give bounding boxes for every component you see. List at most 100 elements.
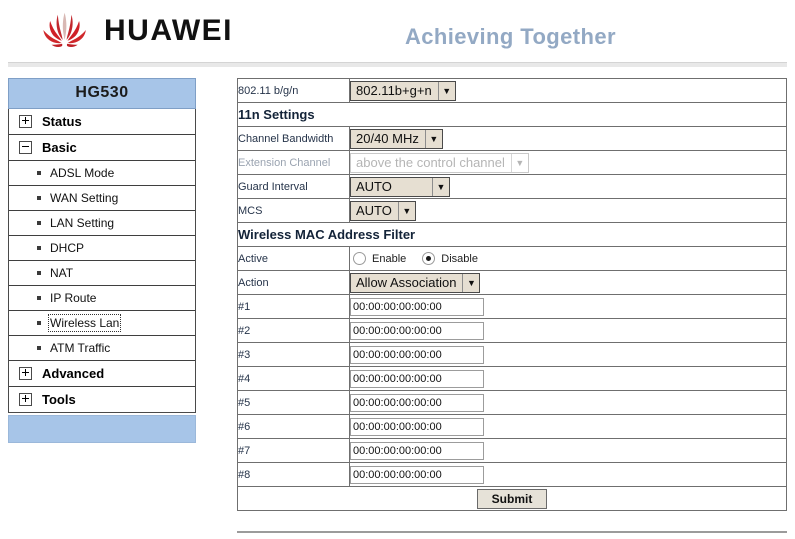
- mac-address-input-3[interactable]: [350, 345, 484, 364]
- mac-address-input-5[interactable]: [350, 393, 484, 412]
- disable-radio-label[interactable]: Disable: [441, 253, 478, 265]
- mode-select-value: 802.11b+g+n: [356, 83, 432, 98]
- sidebar-item-nat[interactable]: NAT: [9, 261, 195, 286]
- section-header-mac-filter: Wireless MAC Address Filter: [237, 222, 787, 247]
- brand-name: HUAWEI: [104, 14, 233, 47]
- sidebar-title: HG530: [8, 78, 196, 109]
- plus-box-icon[interactable]: [19, 115, 32, 128]
- table-row-section-mac: Wireless MAC Address Filter: [237, 222, 787, 247]
- wireless-settings-table: 802.11 b/g/n 802.11b+g+n ▼ 11n Settings …: [237, 78, 787, 511]
- sidebar-item-advanced[interactable]: Advanced: [9, 361, 195, 387]
- mac-entry-label: #1: [237, 294, 350, 319]
- mac-entry-label: #3: [237, 342, 350, 367]
- table-row-submit: Submit: [237, 486, 787, 511]
- mac-entry-field: [349, 414, 787, 439]
- guard-interval-value: AUTO: [356, 179, 392, 194]
- sidebar-subitem-label: WAN Setting: [50, 191, 119, 205]
- sidebar-item-status[interactable]: Status: [9, 109, 195, 135]
- mac-entry-field: [349, 438, 787, 463]
- plus-box-icon[interactable]: [19, 393, 32, 406]
- channel-bandwidth-field: 20/40 MHz ▼: [349, 126, 787, 151]
- sidebar-item-wan-setting[interactable]: WAN Setting: [9, 186, 195, 211]
- extension-channel-field: above the control channel ▼: [349, 150, 787, 175]
- chevron-down-icon: ▼: [397, 201, 415, 220]
- plus-box-icon[interactable]: [19, 367, 32, 380]
- active-field: Enable Disable: [349, 246, 787, 271]
- enable-radio[interactable]: [353, 252, 366, 265]
- mac-entry-label: #2: [237, 318, 350, 343]
- sidebar-item-basic[interactable]: Basic: [9, 135, 195, 161]
- mac-address-input-2[interactable]: [350, 321, 484, 340]
- chevron-down-icon: ▼: [424, 129, 442, 148]
- sidebar-item-label: Status: [42, 114, 82, 129]
- table-row-active: Active Enable Disable: [237, 246, 787, 271]
- sidebar: HG530 Status Basic ADSL Mode WAN Setting…: [8, 78, 196, 443]
- active-radio-group: Enable Disable: [350, 252, 786, 265]
- footer-divider: [237, 531, 787, 533]
- action-field: Allow Association ▼: [349, 270, 787, 295]
- wireless-lan-settings-panel: 802.11 b/g/n 802.11b+g+n ▼ 11n Settings …: [237, 78, 787, 511]
- table-row: #1: [237, 294, 787, 319]
- sidebar-item-atm-traffic[interactable]: ATM Traffic: [9, 336, 195, 361]
- guard-interval-field: AUTO ▼: [349, 174, 787, 199]
- table-row: #6: [237, 414, 787, 439]
- mac-entry-field: [349, 366, 787, 391]
- mac-address-input-6[interactable]: [350, 417, 484, 436]
- extension-channel-value: above the control channel: [356, 155, 505, 170]
- table-row: #3: [237, 342, 787, 367]
- chevron-down-icon: ▼: [510, 153, 528, 172]
- submit-button[interactable]: Submit: [476, 488, 548, 509]
- mcs-select[interactable]: AUTO ▼: [350, 200, 416, 221]
- table-row-extension-channel: Extension Channel above the control chan…: [237, 150, 787, 175]
- mac-entry-label: #7: [237, 438, 350, 463]
- mac-address-input-7[interactable]: [350, 441, 484, 460]
- mac-address-input-1[interactable]: [350, 297, 484, 316]
- huawei-flower-logo-icon: [43, 12, 86, 47]
- sidebar-subitem-label: IP Route: [50, 291, 97, 305]
- disable-radio[interactable]: [422, 252, 436, 265]
- mac-address-input-8[interactable]: [350, 465, 484, 484]
- sidebar-item-label: Tools: [42, 392, 76, 407]
- mode-select[interactable]: 802.11b+g+n ▼: [350, 80, 456, 101]
- sidebar-item-adsl-mode[interactable]: ADSL Mode: [9, 161, 195, 186]
- enable-radio-label[interactable]: Enable: [372, 253, 406, 265]
- channel-bandwidth-select[interactable]: 20/40 MHz ▼: [350, 128, 443, 149]
- sidebar-menu: Status Basic ADSL Mode WAN Setting LAN S…: [8, 109, 196, 413]
- mac-entry-field: [349, 342, 787, 367]
- mac-entry-field: [349, 294, 787, 319]
- chevron-down-icon: ▼: [437, 81, 455, 100]
- sidebar-item-label: Advanced: [42, 366, 105, 381]
- sidebar-item-lan-setting[interactable]: LAN Setting: [9, 211, 195, 236]
- table-row-mcs: MCS AUTO ▼: [237, 198, 787, 223]
- mac-entry-field: [349, 318, 787, 343]
- action-select[interactable]: Allow Association ▼: [350, 272, 481, 293]
- minus-box-icon[interactable]: [19, 141, 32, 154]
- action-value: Allow Association: [356, 275, 457, 290]
- bullet-icon: [37, 346, 41, 350]
- table-row-section-11n: 11n Settings: [237, 102, 787, 127]
- sidebar-item-tools[interactable]: Tools: [9, 387, 195, 412]
- chevron-down-icon: ▼: [462, 273, 479, 292]
- table-row: #8: [237, 462, 787, 487]
- mcs-field: AUTO ▼: [349, 198, 787, 223]
- guard-interval-label: Guard Interval: [237, 174, 350, 199]
- channel-bandwidth-label: Channel Bandwidth: [237, 126, 350, 151]
- guard-interval-select[interactable]: AUTO ▼: [350, 176, 450, 197]
- mac-entry-label: #4: [237, 366, 350, 391]
- mcs-label: MCS: [237, 198, 350, 223]
- page-header: HUAWEI Achieving Together: [0, 0, 795, 67]
- mac-entry-label: #5: [237, 390, 350, 415]
- sidebar-item-label: Basic: [42, 140, 77, 155]
- bullet-icon: [37, 171, 41, 175]
- sidebar-item-wireless-lan[interactable]: Wireless Lan: [9, 311, 195, 336]
- mac-entry-field: [349, 462, 787, 487]
- table-row: #2: [237, 318, 787, 343]
- table-row-guard-interval: Guard Interval AUTO ▼: [237, 174, 787, 199]
- sidebar-subitem-label: ATM Traffic: [50, 341, 111, 355]
- sidebar-item-ip-route[interactable]: IP Route: [9, 286, 195, 311]
- mac-address-input-4[interactable]: [350, 369, 484, 388]
- sidebar-subitem-label: Wireless Lan: [47, 314, 122, 332]
- sidebar-subitem-label: NAT: [50, 266, 74, 280]
- sidebar-item-dhcp[interactable]: DHCP: [9, 236, 195, 261]
- brand-logo: HUAWEI: [36, 8, 233, 54]
